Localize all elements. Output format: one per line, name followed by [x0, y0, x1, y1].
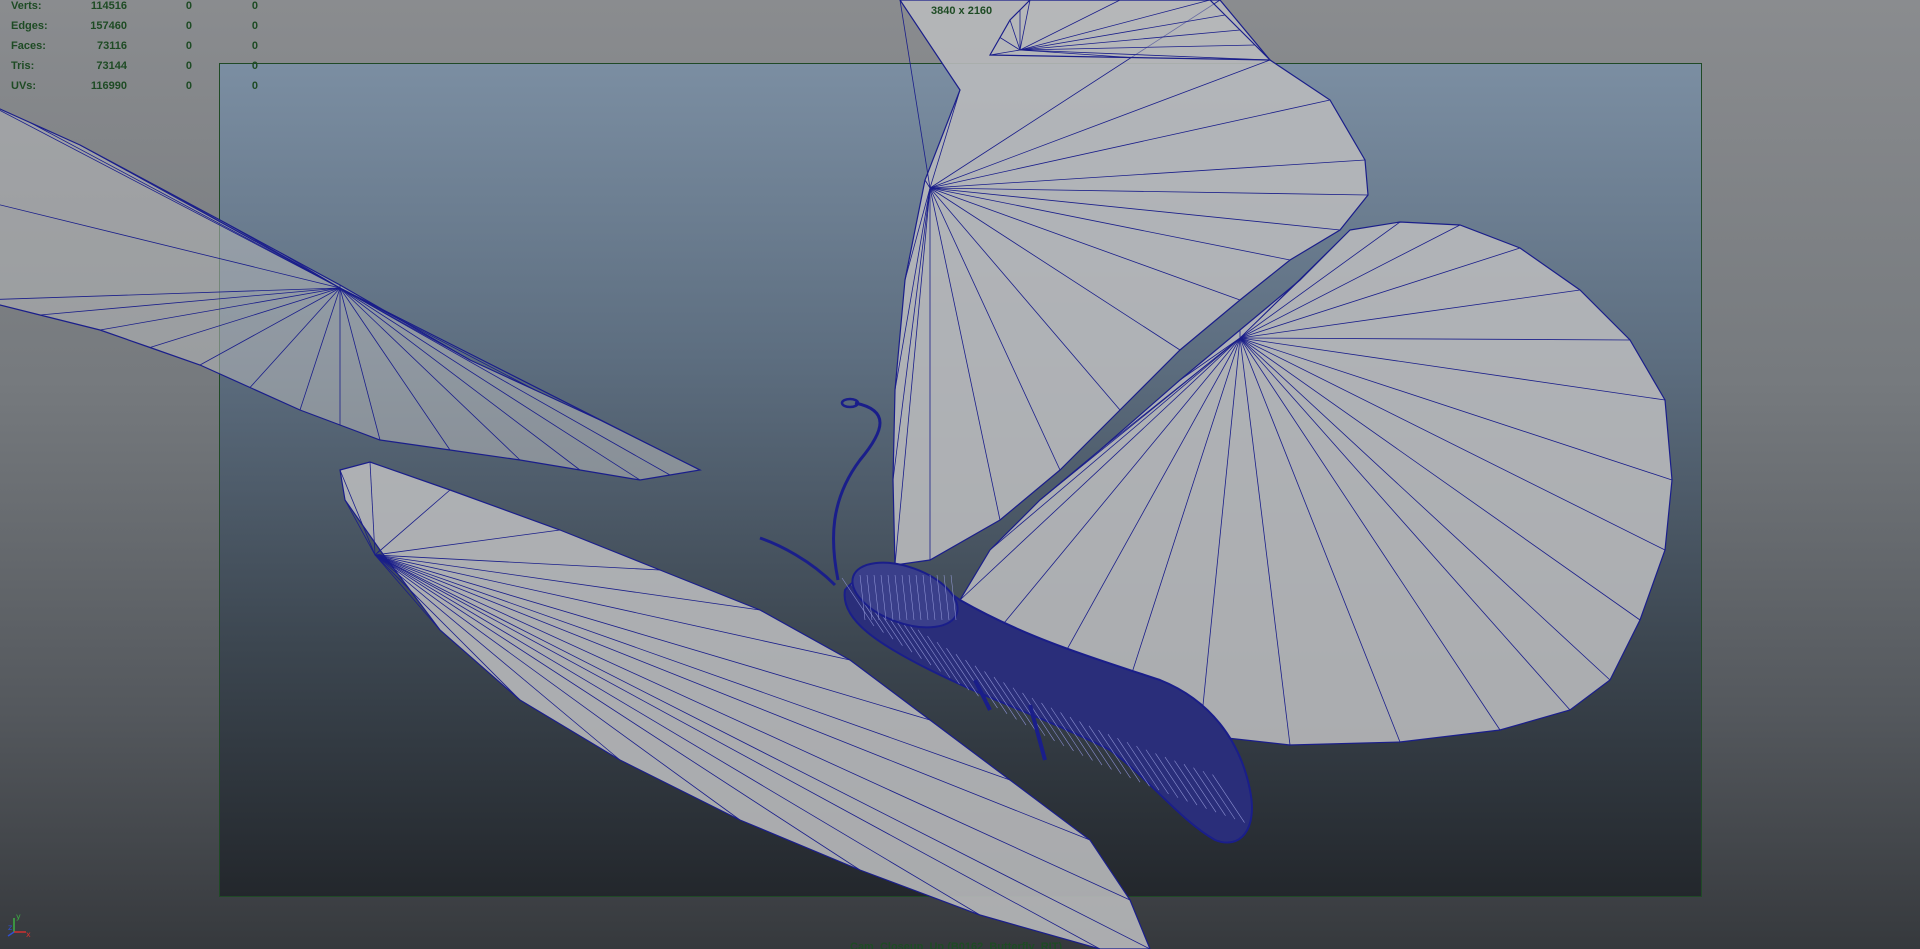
hud-value: 0: [251, 80, 258, 92]
camera-name-label: Cam_Closeup_Up (B0162_Butterfly_RIT): [850, 941, 1063, 949]
hud-row-uvs: UVs: 116990 0 0: [0, 80, 270, 96]
hud-value: 0: [251, 0, 258, 12]
hud-row-tris: Tris: 73144 0 0: [0, 60, 270, 76]
butterfly-wireframe-model[interactable]: [0, 0, 1920, 949]
hud-value: 0: [185, 0, 192, 12]
gizmo-z-label: z: [8, 923, 12, 932]
hud-label: UVs:: [11, 80, 37, 92]
hud-label: Faces:: [11, 40, 46, 52]
butterfly-antenna: [831, 401, 882, 581]
hud-value: 0: [185, 40, 192, 52]
hud-value: 0: [185, 20, 192, 32]
hud-row-verts: Verts: 114516 0 0: [0, 0, 270, 16]
hud-value: 0: [251, 40, 258, 52]
hud-value: 116990: [90, 80, 127, 92]
butterfly-antenna-second: [759, 536, 837, 587]
hud-value: 73116: [97, 40, 127, 52]
gizmo-y-label: y: [16, 912, 21, 921]
viewport-panel[interactable]: Verts: 114516 0 0 Edges: 157460 0 0 Face…: [0, 0, 1920, 949]
hud-value: 0: [185, 80, 192, 92]
hud-value: 0: [251, 20, 258, 32]
wing-outline: [0, 108, 702, 481]
butterfly-wings[interactable]: [0, 0, 1673, 949]
gizmo-x-label: x: [26, 930, 31, 938]
hud-value: 157460: [90, 20, 127, 32]
axis-orientation-gizmo-icon: y x z: [7, 912, 31, 938]
hud-value: 0: [251, 60, 258, 72]
hud-label: Verts:: [11, 0, 42, 12]
hud-value: 73144: [96, 60, 127, 72]
left-far-wing[interactable]: [0, 100, 702, 481]
hud-row-edges: Edges: 157460 0 0: [0, 20, 270, 36]
resolution-label: 3840 x 2160: [931, 5, 993, 17]
hud-label: Tris:: [11, 60, 35, 72]
hud-label: Edges:: [11, 20, 48, 32]
hud-value: 114516: [90, 0, 127, 12]
hud-row-faces: Faces: 73116 0 0: [0, 40, 270, 56]
hud-value: 0: [185, 60, 192, 72]
